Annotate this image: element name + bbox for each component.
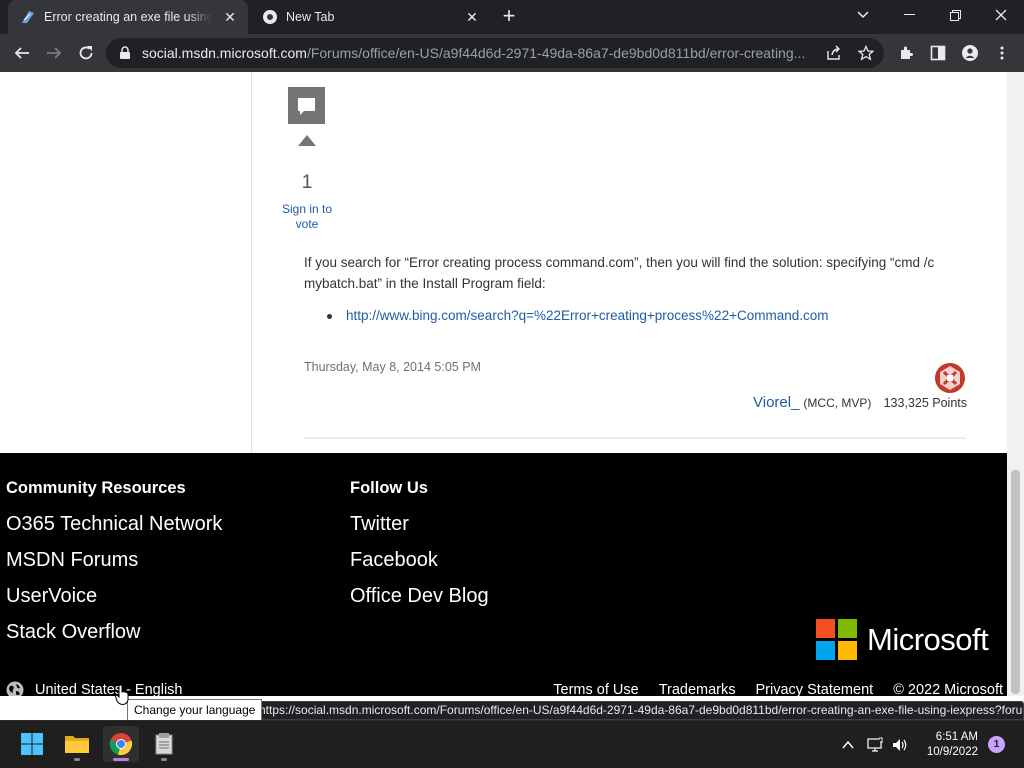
system-clock[interactable]: 6:51 AM 10/9/2022 xyxy=(927,730,978,760)
post-date: Thursday, May 8, 2014 5:05 PM xyxy=(304,360,481,374)
author-badge: (MCC, MVP) xyxy=(803,396,872,410)
hand-pointer-cursor-icon xyxy=(115,684,129,706)
extensions-icon[interactable] xyxy=(898,45,914,61)
sidebar-divider xyxy=(251,72,252,453)
running-indicator xyxy=(113,758,129,761)
footer-link-office-dev-blog[interactable]: Office Dev Blog xyxy=(350,585,489,621)
running-indicator xyxy=(74,758,80,761)
legal-links: Terms of Use Trademarks Privacy Statemen… xyxy=(553,682,1003,696)
footer-link-uservoice[interactable]: UserVoice xyxy=(6,585,222,621)
start-button[interactable] xyxy=(14,726,50,762)
iexpress-app-icon xyxy=(155,733,173,755)
close-window-button[interactable] xyxy=(978,0,1024,30)
close-tab-icon[interactable]: ✕ xyxy=(462,7,482,27)
author-avatar[interactable] xyxy=(934,362,966,394)
close-tab-icon[interactable]: ✕ xyxy=(220,7,240,27)
page-scrollbar[interactable] xyxy=(1007,72,1024,696)
follow-us-heading: Follow Us xyxy=(350,479,428,497)
share-icon[interactable] xyxy=(826,45,842,61)
status-url-preview: https://social.msdn.microsoft.com/Forums… xyxy=(254,701,1024,720)
locale-label: United States - English xyxy=(35,682,183,696)
tab-title: New Tab xyxy=(286,10,335,24)
microsoft-logo[interactable]: Microsoft xyxy=(816,619,989,660)
file-explorer-button[interactable] xyxy=(59,726,95,762)
bookmark-star-icon[interactable] xyxy=(858,45,874,61)
terms-of-use-link[interactable]: Terms of Use xyxy=(553,682,638,696)
network-icon[interactable] xyxy=(867,737,883,753)
tab-search-icon[interactable] xyxy=(840,0,886,30)
new-tab-button[interactable]: + xyxy=(498,5,520,28)
author-info: Viorel_ (MCC, MVP) 133,325 Points xyxy=(753,394,967,411)
footer-link-twitter[interactable]: Twitter xyxy=(350,513,489,549)
minimize-button[interactable] xyxy=(886,0,932,30)
tab-strip: Error creating an exe file using ie ✕ Ne… xyxy=(0,0,1024,34)
notification-badge[interactable]: 1 xyxy=(988,736,1005,753)
bullet-icon xyxy=(327,314,332,319)
follow-us-column: Follow Us Twitter Facebook Office Dev Bl… xyxy=(350,479,489,621)
change-language-tooltip: Change your language xyxy=(127,699,263,722)
chrome-icon xyxy=(109,733,133,756)
clock-date: 10/9/2022 xyxy=(926,746,978,758)
windows-taskbar: 6:51 AM 10/9/2022 1 xyxy=(0,720,1024,768)
reply-comment-icon[interactable] xyxy=(288,87,325,124)
tab-title: Error creating an exe file using ie xyxy=(44,10,212,24)
microsoft-wordmark: Microsoft xyxy=(867,621,989,657)
page-viewport: 1 Sign in to vote If you search for “Err… xyxy=(0,72,1024,696)
reload-button[interactable] xyxy=(71,38,101,68)
privacy-statement-link[interactable]: Privacy Statement xyxy=(756,682,874,696)
post-divider xyxy=(304,437,966,439)
folder-icon xyxy=(65,736,89,753)
url-host: social.msdn.microsoft.com xyxy=(142,45,307,61)
globe-icon xyxy=(6,681,24,696)
microsoft-squares-icon xyxy=(816,619,857,660)
tab-error-creating-exe[interactable]: Error creating an exe file using ie ✕ xyxy=(8,0,248,34)
footer-link-msdn-forums[interactable]: MSDN Forums xyxy=(6,549,222,585)
lock-icon[interactable] xyxy=(118,46,132,60)
site-footer: Community Resources O365 Technical Netwo… xyxy=(0,453,1007,696)
menu-kebab-icon[interactable] xyxy=(994,45,1010,61)
bing-search-link[interactable]: http://www.bing.com/search?q=%22Error+cr… xyxy=(346,308,829,323)
footer-link-facebook[interactable]: Facebook xyxy=(350,549,489,585)
browser-toolbar: social.msdn.microsoft.com/Forums/office/… xyxy=(0,34,1024,72)
trademarks-link[interactable]: Trademarks xyxy=(659,682,736,696)
side-panel-icon[interactable] xyxy=(930,45,946,61)
msdn-favicon-icon xyxy=(22,11,34,23)
upvote-arrow-icon[interactable] xyxy=(298,135,316,146)
restore-button[interactable] xyxy=(932,0,978,30)
author-name-link[interactable]: Viorel_ xyxy=(753,394,799,411)
volume-icon[interactable] xyxy=(892,737,908,753)
vote-count: 1 xyxy=(301,172,313,193)
copyright-text: © 2022 Microsoft xyxy=(893,682,1003,696)
tab-new-tab[interactable]: New Tab ✕ xyxy=(250,0,490,34)
iexpress-taskbar-button[interactable] xyxy=(146,726,182,762)
scrollbar-thumb[interactable] xyxy=(1011,470,1020,694)
chevron-up-icon[interactable] xyxy=(840,737,856,753)
footer-link-o365[interactable]: O365 Technical Network xyxy=(6,513,222,549)
chrome-favicon-icon xyxy=(263,10,277,24)
profile-avatar-icon[interactable] xyxy=(962,45,978,61)
community-resources-column: Community Resources O365 Technical Netwo… xyxy=(6,479,222,657)
address-bar[interactable]: social.msdn.microsoft.com/Forums/office/… xyxy=(106,38,884,68)
footer-link-stack-overflow[interactable]: Stack Overflow xyxy=(6,621,222,657)
list-item: http://www.bing.com/search?q=%22Error+cr… xyxy=(327,308,829,323)
author-points: 133,325 Points xyxy=(883,396,967,410)
locale-selector[interactable]: United States - English xyxy=(6,681,183,696)
back-button[interactable] xyxy=(7,38,37,68)
running-indicator xyxy=(161,758,167,761)
post-body-text: If you search for “Error creating proces… xyxy=(304,255,935,291)
community-resources-heading: Community Resources xyxy=(6,479,186,497)
clock-time: 6:51 AM xyxy=(935,731,978,743)
chrome-taskbar-button[interactable] xyxy=(103,726,139,762)
forward-button[interactable] xyxy=(39,38,69,68)
windows-logo-icon xyxy=(21,733,43,755)
url-path: /Forums/office/en-US/a9f44d6d-2971-49da-… xyxy=(306,45,806,61)
sign-in-to-vote-link[interactable]: Sign in to vote xyxy=(281,202,333,232)
url-text: social.msdn.microsoft.com/Forums/office/… xyxy=(142,45,812,61)
